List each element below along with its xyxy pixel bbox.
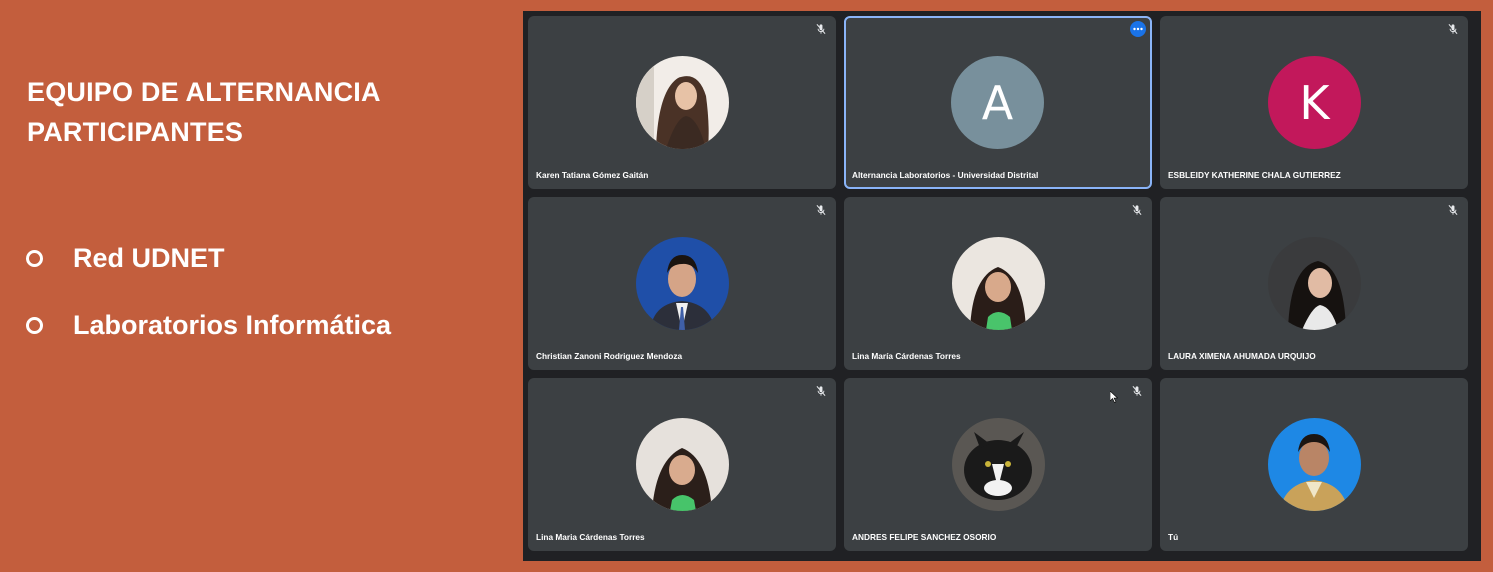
participant-name: Tú [1168,532,1179,542]
slide-title-line2: PARTICIPANTES [27,117,244,147]
participant-photo [952,418,1045,511]
participant-tile[interactable]: Lina María Cárdenas Torres [844,197,1152,370]
mic-off-icon [816,385,826,397]
participant-name: ESBLEIDY KATHERINE CHALA GUTIERREZ [1168,170,1341,180]
participant-photo [636,418,729,511]
participant-name: Lina Maria Cárdenas Torres [536,532,645,542]
participant-tile[interactable]: Karen Tatiana Gómez Gaitán [528,16,836,189]
mic-off-icon [1448,23,1458,35]
participant-name: Christian Zanoni Rodriguez Mendoza [536,351,683,361]
mic-off-icon [816,23,826,35]
bullet-list: Red UDNET Laboratorios Informática [26,236,391,370]
participant-avatar-letter: K [1268,56,1361,149]
avatar-letter: A [981,75,1014,130]
bullet-text: Laboratorios Informática [73,309,392,340]
avatar-letter: K [1299,75,1330,130]
participant-avatar-letter: A [951,56,1044,149]
participant-photo [952,237,1045,330]
participant-tile[interactable]: LAURA XIMENA AHUMADA URQUIJO [1160,197,1468,370]
participant-photo [636,56,729,149]
participant-tile-self[interactable]: Tú [1160,378,1468,551]
video-call-grid: Karen Tatiana Gómez Gaitán A Alternancia… [523,11,1481,561]
participant-tile[interactable]: ANDRES FELIPE SANCHEZ OSORIO [844,378,1152,551]
hollow-circle-bullet-icon [26,316,43,334]
participant-tile[interactable]: Christian Zanoni Rodriguez Mendoza [528,197,836,370]
participant-photo [1268,418,1361,511]
participant-tile-active[interactable]: A Alternancia Laboratorios - Universidad… [844,16,1152,189]
participant-photo [1268,237,1361,330]
slide-title-line1: EQUIPO DE ALTERNANCIA [27,77,381,107]
participant-tile[interactable]: Lina Maria Cárdenas Torres [528,378,836,551]
participant-name: ANDRES FELIPE SANCHEZ OSORIO [852,532,997,542]
participant-name: Lina María Cárdenas Torres [852,351,961,361]
participant-tile[interactable]: K ESBLEIDY KATHERINE CHALA GUTIERREZ [1160,16,1468,189]
more-options-icon[interactable] [1130,21,1146,37]
bullet-text: Red UDNET [73,242,225,273]
mic-off-icon [1448,204,1458,216]
participant-name: LAURA XIMENA AHUMADA URQUIJO [1168,351,1316,361]
participant-name: Alternancia Laboratorios - Universidad D… [852,170,1039,180]
hollow-circle-bullet-icon [26,249,43,267]
bullet-item: Red UDNET [26,236,391,280]
slide-title: EQUIPO DE ALTERNANCIA PARTICIPANTES [27,72,381,152]
bullet-item: Laboratorios Informática [26,303,391,347]
mic-off-icon [1132,204,1142,216]
participant-name: Karen Tatiana Gómez Gaitán [536,170,649,180]
mic-off-icon [1132,385,1142,397]
mouse-cursor-icon [1110,391,1118,403]
participant-photo [636,237,729,330]
mic-off-icon [816,204,826,216]
